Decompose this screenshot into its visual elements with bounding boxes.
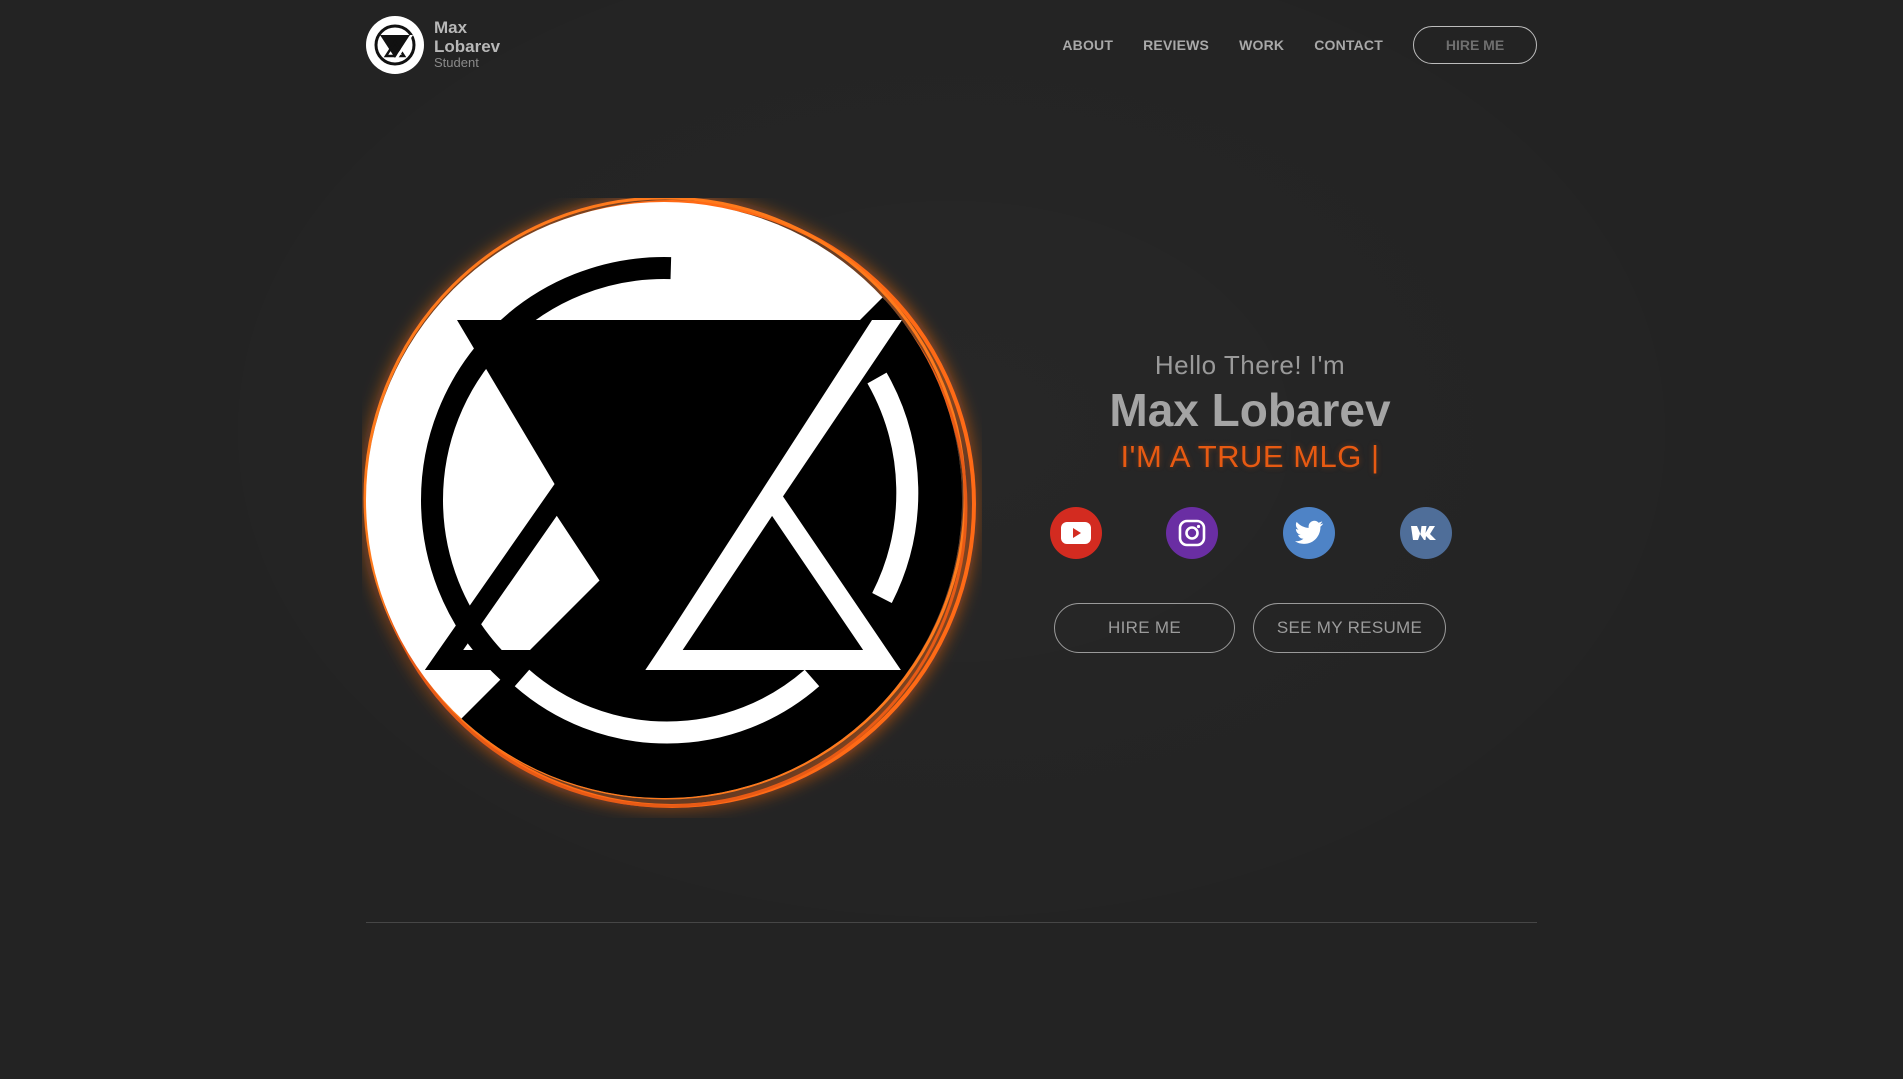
main-nav: ABOUT REVIEWS WORK CONTACT HIRE ME [1062,26,1537,64]
nav-reviews[interactable]: REVIEWS [1143,37,1209,53]
header-hire-button[interactable]: HIRE ME [1413,26,1537,64]
hero-text: Hello There! I'm Max Lobarev I'M A TRUE … [1060,350,1440,475]
nav-contact[interactable]: CONTACT [1314,37,1383,53]
hire-me-button[interactable]: HIRE ME [1054,603,1235,653]
nav-about[interactable]: ABOUT [1062,37,1113,53]
youtube-icon[interactable] [1050,507,1102,559]
triangle-x-emblem-icon [363,196,976,808]
brand-role: Student [434,55,479,70]
nav-work[interactable]: WORK [1239,37,1284,53]
section-divider [366,922,1537,923]
hero-name: Max Lobarev [1109,384,1391,436]
triangle-x-logo-icon [366,16,424,74]
page: Max Lobarev Student ABOUT REVIEWS WORK C… [0,0,1903,1079]
brand-text: Max Lobarev Student [434,18,514,69]
brand-name: Max Lobarev [434,18,501,56]
site-header: Max Lobarev Student ABOUT REVIEWS WORK C… [366,16,1537,78]
see-resume-button[interactable]: SEE MY RESUME [1253,603,1446,653]
hero-tagline: I'M A TRUE MLG | [1120,439,1380,474]
hero-avatar [362,196,982,818]
hero-greeting: Hello There! I'm [1154,350,1346,380]
social-links [1050,507,1452,559]
brand[interactable]: Max Lobarev Student [366,16,514,74]
twitter-icon[interactable] [1283,507,1335,559]
vk-icon[interactable] [1400,507,1452,559]
instagram-icon[interactable] [1166,507,1218,559]
